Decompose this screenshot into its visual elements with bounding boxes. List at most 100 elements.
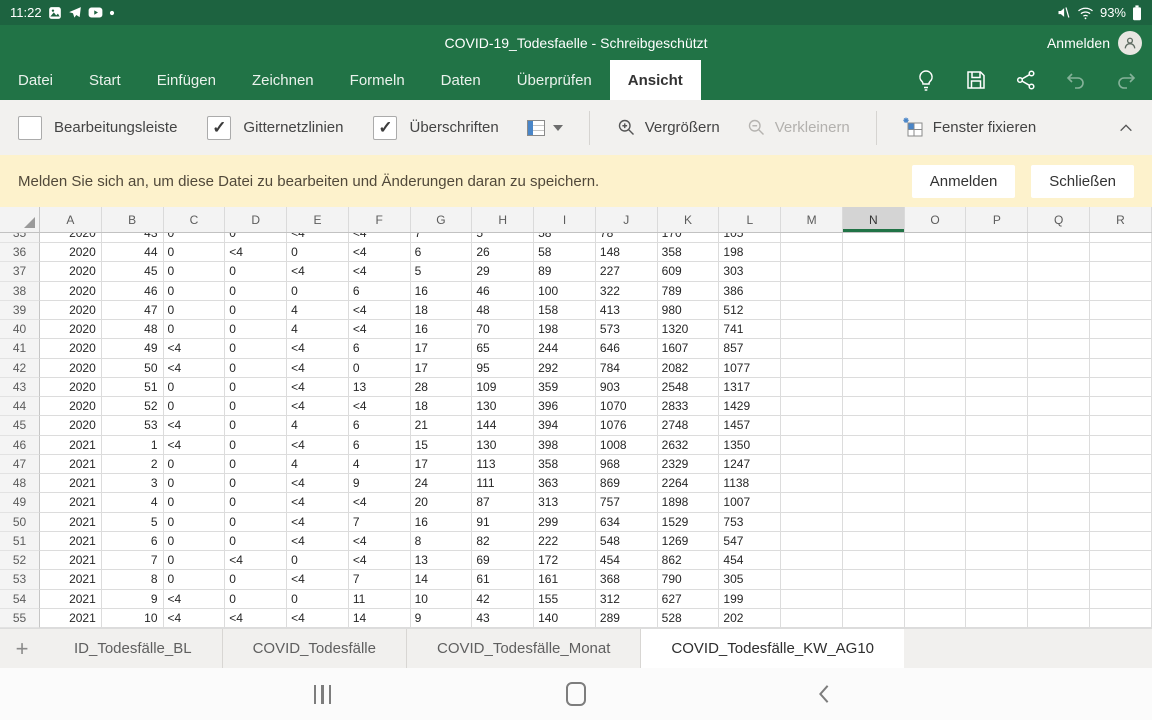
cell-E35[interactable]: <4: [287, 233, 349, 243]
row-header-39[interactable]: 39: [0, 301, 40, 320]
cell-L53[interactable]: 305: [719, 570, 781, 589]
cell-H55[interactable]: 43: [472, 609, 534, 628]
cell-P41[interactable]: [966, 339, 1028, 358]
cell-R45[interactable]: [1090, 416, 1152, 435]
column-header-R[interactable]: R: [1090, 207, 1152, 232]
cell-K40[interactable]: 1320: [658, 320, 720, 339]
cell-L42[interactable]: 1077: [719, 359, 781, 378]
cell-R55[interactable]: [1090, 609, 1152, 628]
cell-R47[interactable]: [1090, 455, 1152, 474]
cell-F52[interactable]: <4: [349, 551, 411, 570]
cell-R44[interactable]: [1090, 397, 1152, 416]
cell-P50[interactable]: [966, 513, 1028, 532]
cell-F36[interactable]: <4: [349, 243, 411, 262]
column-header-P[interactable]: P: [966, 207, 1028, 232]
cell-E51[interactable]: <4: [287, 532, 349, 551]
cell-G40[interactable]: 16: [411, 320, 473, 339]
cell-R52[interactable]: [1090, 551, 1152, 570]
sheet-tab-ID_Todesfälle_BL[interactable]: ID_Todesfälle_BL: [44, 629, 223, 668]
cell-H52[interactable]: 69: [472, 551, 534, 570]
cell-R50[interactable]: [1090, 513, 1152, 532]
cell-D49[interactable]: 0: [225, 493, 287, 512]
cell-F53[interactable]: 7: [349, 570, 411, 589]
cell-B52[interactable]: 7: [102, 551, 164, 570]
cell-J53[interactable]: 368: [596, 570, 658, 589]
cell-J51[interactable]: 548: [596, 532, 658, 551]
cell-M46[interactable]: [781, 436, 843, 455]
cell-G41[interactable]: 17: [411, 339, 473, 358]
cell-E52[interactable]: 0: [287, 551, 349, 570]
cell-I44[interactable]: 396: [534, 397, 596, 416]
cell-O44[interactable]: [905, 397, 967, 416]
cell-N46[interactable]: [843, 436, 905, 455]
column-header-Q[interactable]: Q: [1028, 207, 1090, 232]
column-header-N[interactable]: N: [843, 207, 905, 232]
cell-D55[interactable]: <4: [225, 609, 287, 628]
cell-A51[interactable]: 2021: [40, 532, 102, 551]
cell-R53[interactable]: [1090, 570, 1152, 589]
cell-B43[interactable]: 51: [102, 378, 164, 397]
row-header-53[interactable]: 53: [0, 570, 40, 589]
cell-P38[interactable]: [966, 282, 1028, 301]
cell-J50[interactable]: 634: [596, 513, 658, 532]
cell-L49[interactable]: 1007: [719, 493, 781, 512]
cell-R41[interactable]: [1090, 339, 1152, 358]
cell-D38[interactable]: 0: [225, 282, 287, 301]
cell-R39[interactable]: [1090, 301, 1152, 320]
cell-C36[interactable]: 0: [164, 243, 226, 262]
cell-B42[interactable]: 50: [102, 359, 164, 378]
cell-M35[interactable]: [781, 233, 843, 243]
cell-B38[interactable]: 46: [102, 282, 164, 301]
cell-J43[interactable]: 903: [596, 378, 658, 397]
cell-L51[interactable]: 547: [719, 532, 781, 551]
cell-F46[interactable]: 6: [349, 436, 411, 455]
cell-N38[interactable]: [843, 282, 905, 301]
ribbon-tab-ansicht[interactable]: Ansicht: [610, 60, 701, 100]
row-header-47[interactable]: 47: [0, 455, 40, 474]
cell-G37[interactable]: 5: [411, 262, 473, 281]
column-header-E[interactable]: E: [287, 207, 349, 232]
cell-K51[interactable]: 1269: [658, 532, 720, 551]
ribbon-tab-einfügen[interactable]: Einfügen: [139, 60, 234, 100]
cell-K36[interactable]: 358: [658, 243, 720, 262]
cell-F48[interactable]: 9: [349, 474, 411, 493]
signin-link[interactable]: Anmelden: [1047, 35, 1110, 51]
cell-O37[interactable]: [905, 262, 967, 281]
cell-G54[interactable]: 10: [411, 590, 473, 609]
collapse-ribbon-button[interactable]: [1118, 122, 1134, 134]
cell-N48[interactable]: [843, 474, 905, 493]
cell-A54[interactable]: 2021: [40, 590, 102, 609]
cell-I43[interactable]: 359: [534, 378, 596, 397]
cell-C41[interactable]: <4: [164, 339, 226, 358]
cell-M37[interactable]: [781, 262, 843, 281]
cell-A52[interactable]: 2021: [40, 551, 102, 570]
cell-E41[interactable]: <4: [287, 339, 349, 358]
cell-O54[interactable]: [905, 590, 967, 609]
cell-J39[interactable]: 413: [596, 301, 658, 320]
cell-E43[interactable]: <4: [287, 378, 349, 397]
cell-N40[interactable]: [843, 320, 905, 339]
save-icon[interactable]: [964, 68, 988, 92]
cell-J36[interactable]: 148: [596, 243, 658, 262]
cell-E45[interactable]: 4: [287, 416, 349, 435]
cell-J40[interactable]: 573: [596, 320, 658, 339]
zoom-in-button[interactable]: Vergrößern: [616, 117, 720, 138]
cell-F45[interactable]: 6: [349, 416, 411, 435]
cell-E54[interactable]: 0: [287, 590, 349, 609]
cell-A42[interactable]: 2020: [40, 359, 102, 378]
cell-R43[interactable]: [1090, 378, 1152, 397]
sheet-view-button[interactable]: [525, 117, 563, 139]
cell-K54[interactable]: 627: [658, 590, 720, 609]
cell-Q41[interactable]: [1028, 339, 1090, 358]
cell-F39[interactable]: <4: [349, 301, 411, 320]
sheet-tab-COVID_Todesfälle[interactable]: COVID_Todesfälle: [223, 629, 407, 668]
cell-N43[interactable]: [843, 378, 905, 397]
cell-L48[interactable]: 1138: [719, 474, 781, 493]
cell-Q46[interactable]: [1028, 436, 1090, 455]
cell-K50[interactable]: 1529: [658, 513, 720, 532]
cell-E53[interactable]: <4: [287, 570, 349, 589]
cell-Q43[interactable]: [1028, 378, 1090, 397]
cell-E44[interactable]: <4: [287, 397, 349, 416]
cell-E36[interactable]: 0: [287, 243, 349, 262]
cell-I42[interactable]: 292: [534, 359, 596, 378]
